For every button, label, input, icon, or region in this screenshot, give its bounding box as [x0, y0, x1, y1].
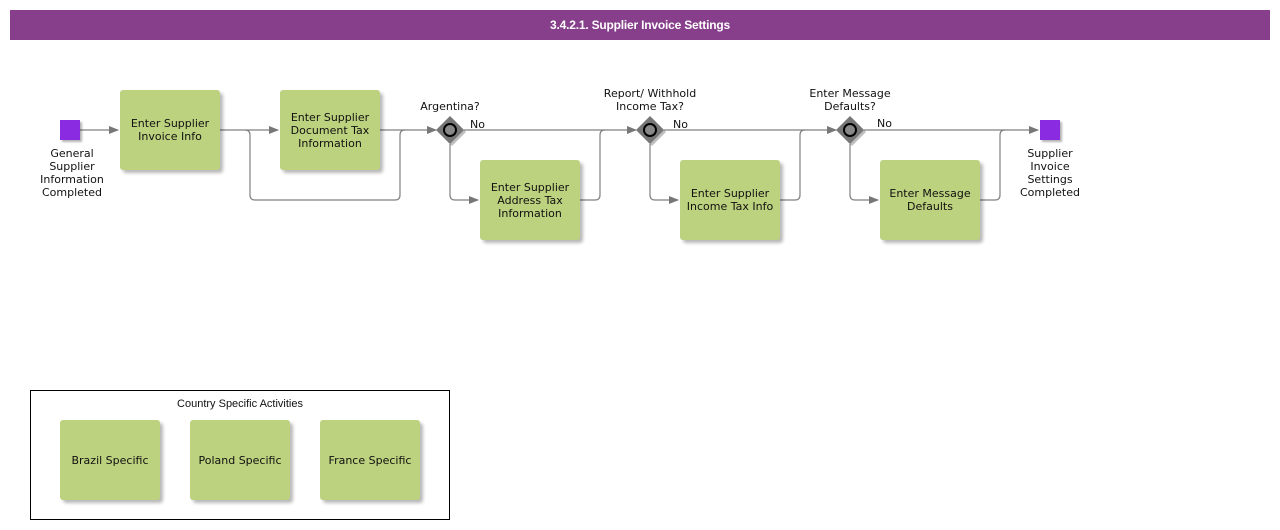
legend-item-france: France Specific — [320, 420, 420, 500]
legend-item-poland: Poland Specific — [190, 420, 290, 500]
start-event-label: General Supplier Information Completed — [40, 147, 104, 199]
task-enter-supplier-address-tax[interactable]: Enter Supplier Address Tax Information — [480, 160, 580, 240]
flow-gw2-yes — [649, 144, 679, 204]
task-enter-supplier-income-tax[interactable]: Enter Supplier Income Tax Info — [680, 160, 780, 240]
task-enter-supplier-document-tax[interactable]: Enter Supplier Document Tax Information — [280, 90, 380, 170]
gateway-argentina-no-label: No — [470, 118, 485, 131]
end-event-label: Supplier Invoice Settings Completed — [1020, 147, 1080, 199]
task-enter-supplier-invoice-info[interactable]: Enter Supplier Invoice Info — [120, 90, 220, 170]
start-event — [60, 120, 80, 140]
legend-title: Country Specific Activities — [177, 398, 303, 410]
flow-address-to-join — [580, 129, 606, 201]
gateway-message — [836, 116, 866, 146]
legend-country-specific: Country Specific Activities Brazil Speci… — [30, 390, 450, 520]
gateway-circle-icon — [643, 123, 657, 137]
flow-message-to-join — [980, 129, 1006, 201]
gateway-circle-icon — [843, 123, 857, 137]
gateway-circle-icon — [443, 123, 457, 137]
legend-item-brazil: Brazil Specific — [60, 420, 160, 500]
gateway-argentina-question: Argentina? — [420, 100, 480, 113]
gateway-message-no-label: No — [877, 117, 892, 130]
flow-gw3-yes — [849, 144, 879, 204]
task-enter-message-defaults[interactable]: Enter Message Defaults — [880, 160, 980, 240]
gateway-argentina — [436, 116, 466, 146]
gateway-income-tax-no-label: No — [673, 118, 688, 131]
gateway-income-tax — [636, 116, 666, 146]
gateway-income-tax-question: Report/ Withhold Income Tax? — [603, 87, 697, 113]
flow-gw1-yes — [449, 144, 479, 204]
end-event — [1040, 120, 1060, 140]
gateway-message-question: Enter Message Defaults? — [809, 87, 891, 113]
flow-income-to-join — [780, 129, 806, 201]
